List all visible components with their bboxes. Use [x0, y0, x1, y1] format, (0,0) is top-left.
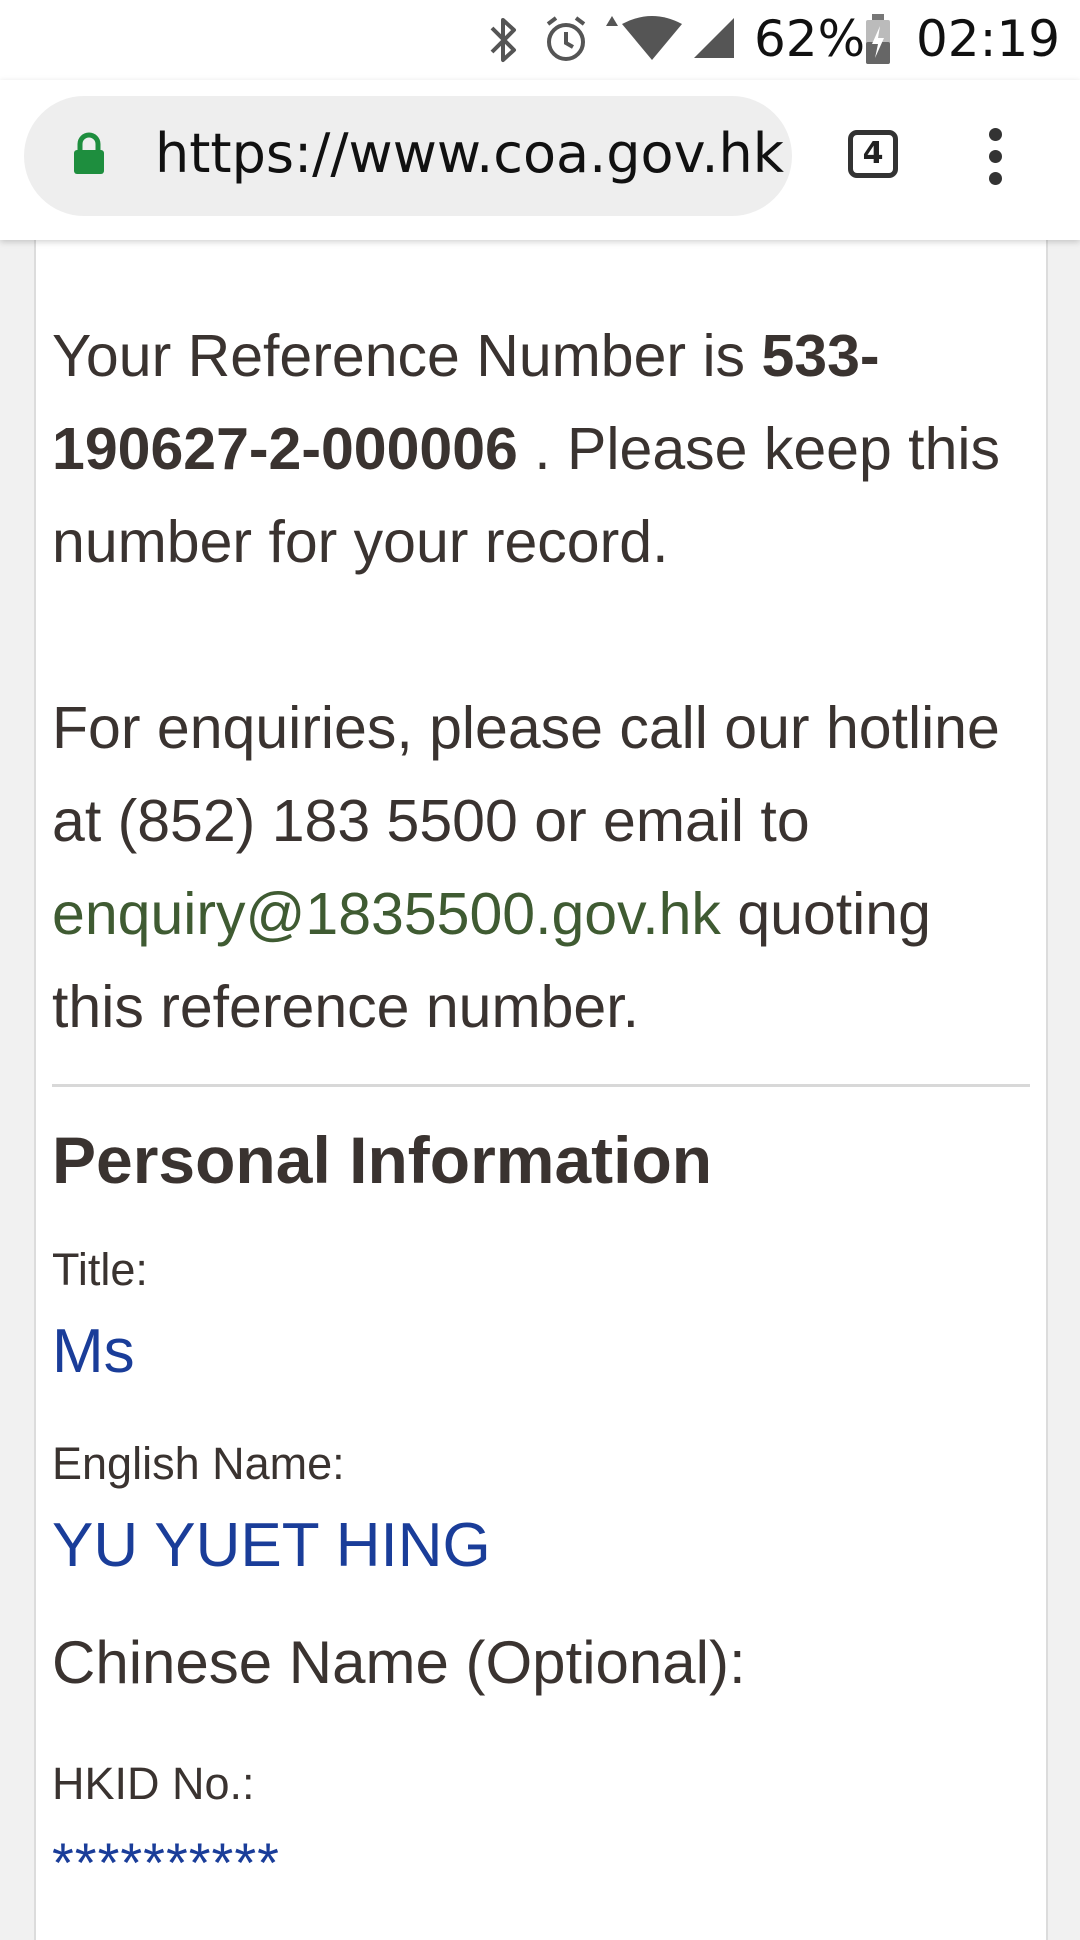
battery-charging-icon [866, 14, 890, 64]
tab-switcher-button[interactable]: 4 [848, 130, 898, 178]
reference-paragraph: Your Reference Number is 533-190627-2-00… [52, 310, 1032, 589]
clock-time: 02:19 [916, 10, 1061, 68]
cell-signal-icon [694, 18, 734, 58]
chinese-name-label: Chinese Name (Optional): [52, 1629, 746, 1696]
bluetooth-icon [490, 18, 516, 62]
url-value: https://www.coa.gov.hk [156, 122, 784, 185]
url-text[interactable]: https://www.coa.gov.hk [156, 122, 784, 192]
menu-dot-icon [988, 172, 1002, 185]
menu-dot-icon [988, 150, 1002, 163]
browser-toolbar: https://www.coa.gov.hk 4 [0, 80, 1080, 240]
enquiry-email-link[interactable]: enquiry@1835500.gov.hk [52, 881, 721, 947]
english-name-label: English Name: [52, 1438, 345, 1489]
hkid-label: HKID No.: [52, 1758, 255, 1809]
battery-percentage: 62% [754, 10, 866, 68]
status-bar: 62% 02:19 [0, 0, 1080, 80]
section-divider [52, 1084, 1030, 1087]
content-card: Your Reference Number is 533-190627-2-00… [34, 240, 1048, 1940]
title-value: Ms [52, 1317, 135, 1386]
address-bar[interactable]: https://www.coa.gov.hk [24, 96, 792, 216]
hkid-value: ********** [52, 1831, 280, 1894]
english-name-value: YU YUET HING [52, 1511, 491, 1580]
enquiry-prefix: For enquiries, please call our hotline a… [52, 695, 1000, 854]
overflow-menu-button[interactable] [980, 128, 1010, 188]
section-title: Personal Information [52, 1123, 713, 1197]
lock-icon [74, 132, 104, 174]
menu-dot-icon [988, 128, 1002, 141]
title-label: Title: [52, 1244, 148, 1295]
wifi-icon [606, 16, 682, 60]
reference-prefix: Your Reference Number is [52, 323, 762, 389]
enquiry-paragraph: For enquiries, please call our hotline a… [52, 682, 1032, 1054]
alarm-icon [546, 16, 586, 61]
